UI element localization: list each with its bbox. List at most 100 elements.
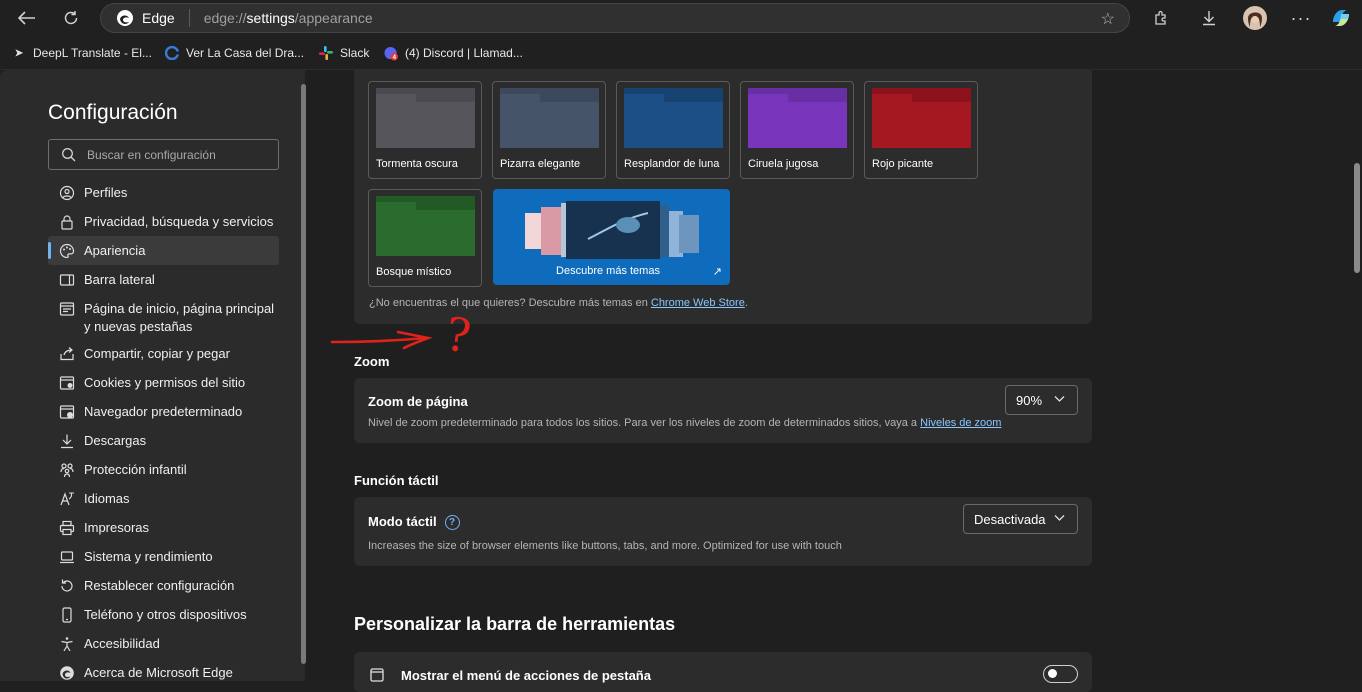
- touch-mode-title: Modo táctil?: [368, 514, 460, 530]
- sidebar-item-sidebar[interactable]: Barra lateral: [48, 265, 279, 294]
- printer-icon: [59, 520, 75, 536]
- back-button[interactable]: [12, 4, 42, 32]
- download-icon: [1203, 11, 1215, 26]
- discover-themes-label: Descubre más temas: [556, 265, 660, 277]
- sidebar-item-phone[interactable]: Teléfono y otros dispositivos: [48, 600, 279, 629]
- profile-icon: [59, 185, 75, 201]
- favorites-bar: ➤ DeepL Translate - El... Ver La Casa del…: [0, 36, 1362, 70]
- sidebar-item-edge[interactable]: Acerca de Microsoft Edge: [48, 658, 279, 687]
- sidebar-item-browser[interactable]: Navegador predeterminado: [48, 397, 279, 426]
- chevron-down-icon: [1054, 396, 1065, 402]
- sidebar-item-download[interactable]: Descargas: [48, 426, 279, 455]
- address-separator: [188, 9, 190, 27]
- address-bar[interactable]: Edge edge://settings/appearance ☆: [100, 3, 1130, 33]
- settings-search[interactable]: [48, 139, 279, 170]
- zoom-levels-link[interactable]: Niveles de zoom: [920, 417, 1001, 429]
- sidebar-item-label: Idiomas: [84, 491, 130, 506]
- sidebar-item-profile[interactable]: Perfiles: [48, 178, 279, 207]
- tab-actions-toggle[interactable]: [1043, 665, 1078, 683]
- favorite-deepl[interactable]: ➤ DeepL Translate - El...: [12, 44, 152, 62]
- zoom-card: Zoom de página Nivel de zoom predetermin…: [354, 378, 1092, 443]
- sidebar-scrollbar[interactable]: [301, 84, 306, 664]
- favorite-casa-dragon[interactable]: Ver La Casa del Dra...: [165, 44, 304, 62]
- edge-icon: [60, 666, 74, 680]
- home-icon: [59, 302, 75, 316]
- theme-name: Tormenta oscura: [376, 158, 458, 170]
- theme-name: Pizarra elegante: [500, 158, 581, 170]
- sidebar-item-share[interactable]: Compartir, copiar y pegar: [48, 339, 279, 368]
- theme-folder-preview: [376, 196, 475, 256]
- theme-folder-preview: [376, 88, 475, 148]
- zoom-section-title: Zoom: [354, 354, 390, 369]
- reset-icon: [61, 579, 73, 592]
- theme-name: Resplandor de luna: [624, 158, 720, 170]
- search-input[interactable]: [87, 147, 267, 162]
- zoom-dropdown[interactable]: 90%: [1005, 385, 1078, 415]
- sidebar-icon: [59, 274, 75, 286]
- toolbar-section-title: Personalizar la barra de herramientas: [354, 614, 676, 634]
- sidebar-item-palette[interactable]: Apariencia: [48, 236, 279, 265]
- sidebar-item-label: Privacidad, búsqueda y servicios: [84, 214, 274, 229]
- profile-button[interactable]: [1240, 4, 1270, 32]
- sidebar-item-reset[interactable]: Restablecer configuración: [48, 571, 279, 600]
- theme-name: Rojo picante: [872, 158, 934, 170]
- favorite-star-icon[interactable]: ☆: [1101, 9, 1115, 29]
- sidebar-item-label: Impresoras: [84, 520, 150, 535]
- sidebar-item-label: Descargas: [84, 433, 147, 448]
- sidebar-item-label: Protección infantil: [84, 462, 187, 477]
- content-scrollbar[interactable]: [1354, 163, 1360, 273]
- sidebar-item-label: Barra lateral: [84, 272, 155, 287]
- laptop-icon: [60, 551, 74, 564]
- help-icon[interactable]: ?: [444, 515, 460, 530]
- refresh-icon: [64, 11, 78, 25]
- zoom-value: 90%: [1016, 392, 1043, 408]
- copilot-button[interactable]: [1326, 4, 1356, 32]
- sidebar-item-label: Acerca de Microsoft Edge: [84, 665, 233, 680]
- tab-actions-icon: [370, 668, 384, 682]
- sidebar-item-family[interactable]: Protección infantil: [48, 455, 279, 484]
- theme-tile[interactable]: Ciruela jugosa: [740, 81, 854, 179]
- refresh-button[interactable]: [56, 4, 86, 32]
- theme-tile[interactable]: Resplandor de luna: [616, 81, 730, 179]
- sidebar-item-printer[interactable]: Impresoras: [48, 513, 279, 542]
- discover-themes-tile[interactable]: Descubre más temas ↗: [493, 189, 730, 285]
- sidebar-item-label: Compartir, copiar y pegar: [84, 346, 230, 361]
- favorite-discord[interactable]: 4 (4) Discord | Llamad...: [384, 44, 523, 62]
- sidebar-item-language[interactable]: Idiomas: [48, 484, 279, 513]
- extensions-button[interactable]: [1146, 4, 1176, 32]
- phone-icon: [62, 607, 72, 623]
- slack-icon: [319, 46, 333, 60]
- download-icon: [61, 434, 73, 449]
- sidebar-item-home[interactable]: Página de inicio, página principal y nue…: [48, 294, 279, 339]
- theme-tile[interactable]: Bosque místico: [368, 189, 482, 287]
- theme-tile[interactable]: Rojo picante: [864, 81, 978, 179]
- theme-folder-preview: [624, 88, 723, 148]
- family-icon: [60, 463, 74, 478]
- zoom-description: Nivel de zoom predeterminado para todos …: [368, 417, 1002, 429]
- settings-title: Configuración: [48, 101, 178, 124]
- downloads-button[interactable]: [1194, 4, 1224, 32]
- theme-name: Bosque místico: [376, 266, 452, 278]
- favorite-slack[interactable]: Slack: [319, 44, 369, 62]
- theme-tile[interactable]: Pizarra elegante: [492, 81, 606, 179]
- theme-tile[interactable]: Tormenta oscura: [368, 81, 482, 179]
- settings-sidebar: Configuración Perfiles Privacidad, búsque…: [0, 70, 305, 681]
- more-menu-button[interactable]: ···: [1286, 4, 1316, 32]
- sidebar-item-label: Apariencia: [84, 243, 146, 258]
- lock-icon: [61, 215, 73, 230]
- sidebar-item-accessibility[interactable]: Accesibilidad: [48, 629, 279, 658]
- touch-mode-dropdown[interactable]: Desactivada: [963, 504, 1078, 534]
- search-icon: [62, 147, 76, 161]
- sidebar-item-cookie[interactable]: Cookies y permisos del sitio: [48, 368, 279, 397]
- chrome-web-store-link[interactable]: Chrome Web Store: [651, 297, 745, 309]
- ver-icon: [165, 46, 179, 60]
- language-icon: [60, 492, 74, 506]
- no-themes-text: ¿No encuentras el que quieres? Descubre …: [369, 297, 748, 309]
- sidebar-item-lock[interactable]: Privacidad, búsqueda y servicios: [48, 207, 279, 236]
- sidebar-item-laptop[interactable]: Sistema y rendimiento: [48, 542, 279, 571]
- deepl-icon: ➤: [14, 47, 24, 59]
- touch-section-title: Función táctil: [354, 473, 439, 488]
- external-link-icon: ↗: [712, 266, 722, 278]
- settings-nav: Perfiles Privacidad, búsqueda y servicios…: [48, 178, 279, 687]
- sidebar-item-label: Navegador predeterminado: [84, 404, 243, 419]
